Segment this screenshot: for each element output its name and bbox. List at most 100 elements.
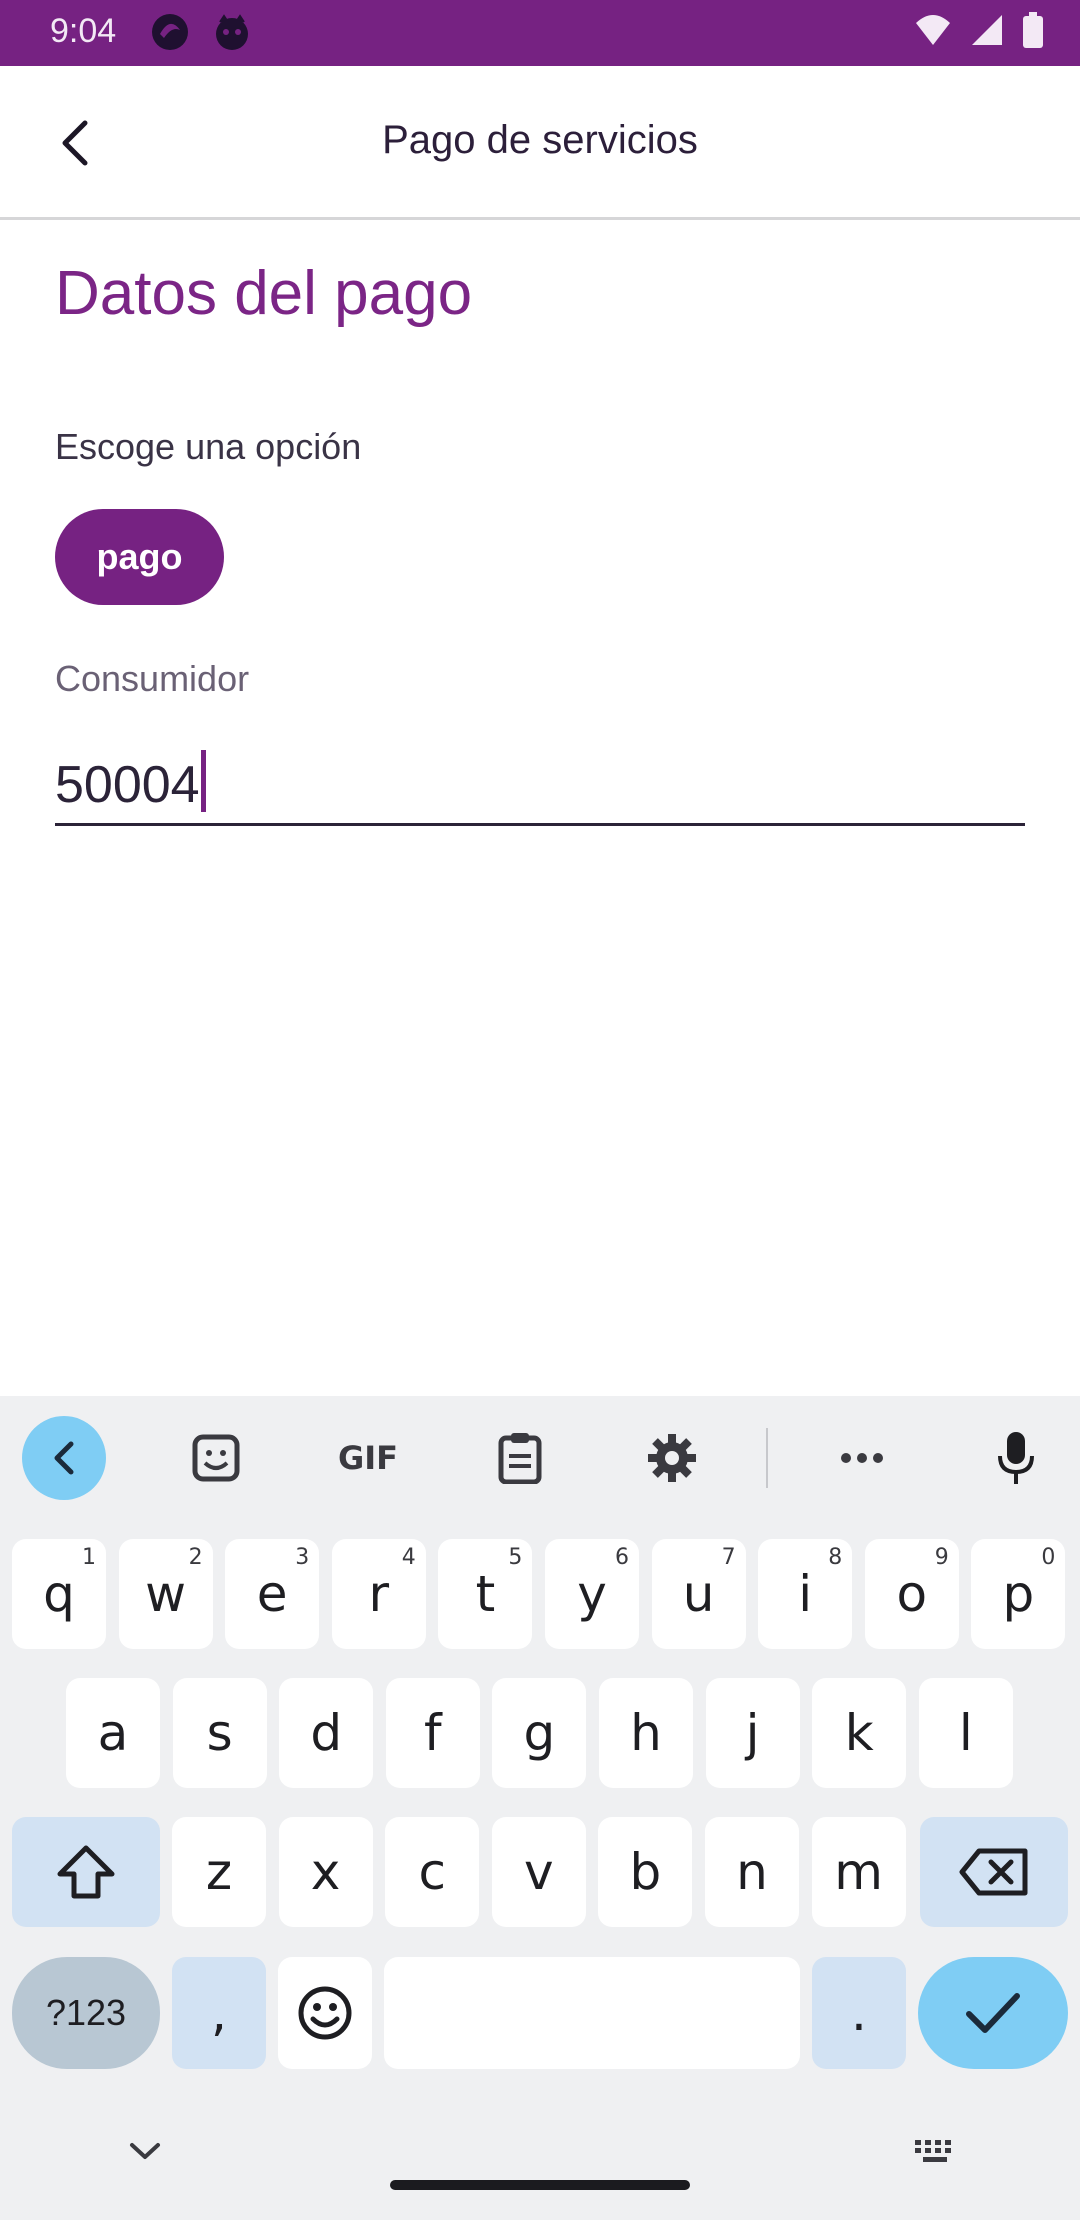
key-label: q [43, 1565, 75, 1623]
soft-keyboard: GIF ?123 , . q1w2e3r4t5y6 u 7 i 8 o 9 p … [0, 1396, 1080, 2220]
done-key[interactable] [918, 1957, 1068, 2069]
key-g[interactable]: g [492, 1678, 587, 1788]
key-p[interactable]: p0 [971, 1539, 1066, 1649]
key-s[interactable]: s [172, 1678, 267, 1788]
wifi-icon [914, 13, 952, 52]
key-label: p [1002, 1565, 1035, 1623]
status-icons [914, 11, 1044, 52]
key-q[interactable]: q1 [12, 1539, 106, 1649]
option-chip-pago[interactable]: pago [55, 509, 224, 605]
key-l[interactable]: l [918, 1678, 1013, 1788]
key-j[interactable]: j [705, 1678, 800, 1788]
emoji-key[interactable] [278, 1957, 372, 2069]
key-label: b [629, 1843, 662, 1901]
signal-icon [970, 13, 1004, 52]
key-label: f [423, 1704, 442, 1762]
voice-input-button[interactable] [974, 1416, 1058, 1500]
key-d[interactable]: d [279, 1678, 374, 1788]
key-label: k [844, 1704, 874, 1762]
key-label: u [682, 1565, 715, 1623]
chevron-down-icon [130, 2143, 160, 2159]
space-key[interactable] [384, 1957, 800, 2069]
key-h[interactable]: h [599, 1678, 693, 1788]
hide-keyboard-button[interactable] [120, 2136, 170, 2166]
key-label: n [736, 1843, 768, 1901]
keyboard-toolbar: GIF [0, 1396, 1080, 1521]
key-hint: 3 [295, 1545, 310, 1570]
navigation-handle[interactable] [390, 2180, 690, 2190]
keyboard-back-button[interactable] [22, 1416, 106, 1500]
keyboard-switch-button[interactable] [910, 2136, 960, 2166]
key-label: j [745, 1704, 760, 1762]
key-x[interactable]: x [278, 1817, 373, 1927]
key-w[interactable]: w2 [118, 1539, 213, 1649]
key-hint: 6 [615, 1545, 629, 1570]
key-hint: 7 [721, 1545, 736, 1570]
key-n[interactable]: n [705, 1817, 799, 1927]
key-k[interactable]: k [812, 1678, 907, 1788]
shift-key[interactable] [12, 1817, 160, 1927]
key-hint: 0 [1041, 1545, 1056, 1570]
key-hint: 2 [188, 1545, 203, 1570]
gif-button[interactable]: GIF [326, 1416, 410, 1500]
status-time: 9:04 [50, 12, 117, 50]
key-y[interactable]: y6 [545, 1539, 639, 1649]
key-label: v [524, 1843, 554, 1901]
backspace-icon [959, 1848, 1028, 1896]
key-t[interactable]: t5 [438, 1539, 533, 1649]
keyboard-settings-button[interactable] [630, 1416, 714, 1500]
key-label: x [310, 1843, 341, 1901]
microphone-icon [998, 1432, 1034, 1484]
consumer-input-value: 50004 [55, 756, 200, 814]
key-hint: 5 [508, 1545, 523, 1570]
key-label: w [145, 1565, 187, 1623]
shift-icon [57, 1845, 115, 1899]
text-cursor [200, 750, 206, 812]
key-label: h [630, 1704, 662, 1762]
key-label: o [896, 1565, 928, 1623]
page-title: Pago de servicios [382, 118, 698, 162]
key-label: m [834, 1843, 883, 1901]
key-label: d [310, 1704, 343, 1762]
key-label: i [798, 1565, 813, 1623]
consumer-field-label: Consumidor [55, 658, 250, 699]
app-bar: Pago de servicios [0, 66, 1080, 220]
option-label: Escoge una opción [55, 426, 362, 467]
key-r[interactable]: r4 [331, 1539, 426, 1649]
symbols-key[interactable]: ?123 [12, 1957, 160, 2069]
key-label: l [958, 1704, 973, 1762]
emoji-icon [298, 1986, 352, 2040]
key-e[interactable]: e3 [225, 1539, 320, 1649]
sticker-button[interactable] [174, 1416, 258, 1500]
section-title: Datos del pago [55, 259, 473, 328]
comma-key[interactable]: , [172, 1957, 266, 2069]
toolbar-divider [766, 1428, 768, 1488]
key-m[interactable]: m [811, 1817, 906, 1927]
key-i[interactable]: i8 [758, 1539, 853, 1649]
app-notification-icon [212, 12, 252, 52]
key-f[interactable]: f [385, 1678, 480, 1788]
period-key[interactable]: . [812, 1957, 906, 2069]
key-u[interactable]: u7 [651, 1539, 746, 1649]
key-v[interactable]: v [491, 1817, 586, 1927]
more-button[interactable] [820, 1416, 904, 1500]
key-b[interactable]: b [598, 1817, 693, 1927]
key-label: y [577, 1565, 607, 1623]
chevron-left-icon [54, 1441, 74, 1475]
consumer-input[interactable]: 50004 [55, 742, 1025, 826]
gear-icon [648, 1434, 696, 1482]
key-label: s [206, 1704, 233, 1762]
key-label: e [256, 1565, 288, 1623]
key-hint: 9 [934, 1545, 949, 1570]
key-o[interactable]: o9 [864, 1539, 959, 1649]
key-label: g [523, 1704, 556, 1762]
key-label: t [475, 1565, 496, 1623]
app-notification-icon [150, 12, 190, 52]
key-label: r [368, 1565, 390, 1623]
key-c[interactable]: c [385, 1817, 480, 1927]
key-z[interactable]: z [172, 1817, 266, 1927]
backspace-key[interactable] [920, 1817, 1068, 1927]
key-a[interactable]: a [66, 1678, 160, 1788]
clipboard-button[interactable] [478, 1416, 562, 1500]
sticker-icon [192, 1434, 240, 1482]
